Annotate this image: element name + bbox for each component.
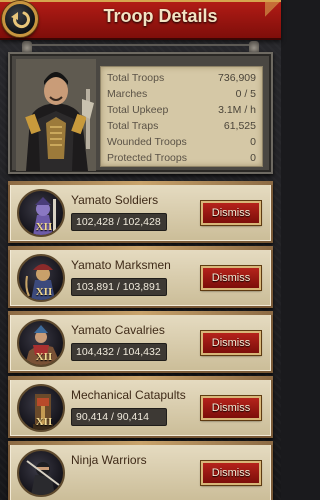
stat-label: Total Upkeep — [107, 104, 169, 116]
commander-figure-icon — [16, 59, 96, 171]
stat-total-upkeep: Total Upkeep 3.1M / h — [107, 102, 256, 118]
stat-total-traps: Total Traps 61,525 — [107, 118, 256, 134]
troop-count: 104,432 / 104,432 — [71, 343, 167, 361]
dismiss-button[interactable]: Dismiss — [201, 461, 261, 485]
stat-value: 0 — [250, 136, 256, 148]
stat-value: 0 — [250, 152, 256, 164]
tier-badge: XII — [35, 286, 53, 298]
tier-badge: XII — [35, 351, 53, 363]
troop-name: Yamato Soldiers — [71, 193, 159, 207]
troop-count: 103,891 / 103,891 — [71, 278, 167, 296]
stat-value: 3.1M / h — [218, 104, 256, 116]
stat-value: 61,525 — [223, 120, 256, 132]
dismiss-button[interactable]: Dismiss — [201, 331, 261, 355]
troop-card-soldiers[interactable]: XII Yamato Soldiers 102,428 / 102,428 Di… — [8, 181, 273, 243]
back-button[interactable] — [2, 1, 38, 37]
troop-name: Ninja Warriors — [71, 453, 147, 467]
tier-badge: XII — [35, 221, 53, 233]
stat-wounded-troops: Wounded Troops 0 — [107, 134, 256, 150]
troop-stats: Total Troops 736,909 Marches 0 / 5 Total… — [100, 66, 263, 167]
dismiss-button[interactable]: Dismiss — [201, 201, 261, 225]
troop-name: Yamato Cavalries — [71, 323, 165, 337]
troop-card-marksmen[interactable]: XII Yamato Marksmen 103,891 / 103,891 Di… — [8, 246, 273, 308]
stat-label: Marches — [107, 88, 148, 100]
troop-name: Yamato Marksmen — [71, 258, 171, 272]
troop-card-catapults[interactable]: XII Mechanical Catapults 90,414 / 90,414… — [8, 376, 273, 438]
stat-label: Wounded Troops — [107, 136, 187, 148]
dismiss-button[interactable]: Dismiss — [201, 396, 261, 420]
header-ornament — [265, 0, 281, 40]
troop-name: Mechanical Catapults — [71, 388, 186, 402]
marksman-icon: XII — [17, 254, 65, 302]
stat-label: Total Troops — [107, 72, 165, 84]
troop-count: 90,414 / 90,414 — [71, 408, 167, 426]
stat-protected-troops: Protected Troops 0 — [107, 150, 256, 166]
stat-value: 0 / 5 — [235, 88, 256, 100]
page-title: Troop Details — [103, 6, 218, 26]
stat-marches: Marches 0 / 5 — [107, 86, 256, 102]
catapult-icon: XII — [17, 384, 65, 432]
dismiss-button[interactable]: Dismiss — [201, 266, 261, 290]
cavalry-icon: XII — [17, 319, 65, 367]
troop-card-ninja[interactable]: Ninja Warriors Dismiss — [8, 441, 273, 500]
stat-label: Total Traps — [107, 120, 159, 132]
stat-total-troops: Total Troops 736,909 — [107, 70, 256, 86]
stat-label: Protected Troops — [107, 152, 187, 164]
troop-card-cavalries[interactable]: XII Yamato Cavalries 104,432 / 104,432 D… — [8, 311, 273, 373]
stat-value: 736,909 — [218, 72, 256, 84]
ninja-icon — [17, 449, 65, 497]
soldier-icon: XII — [17, 189, 65, 237]
troop-count: 102,428 / 102,428 — [71, 213, 167, 231]
header-bar: Troop Details — [0, 0, 281, 40]
back-arrow-icon — [11, 11, 31, 29]
summary-panel: Total Troops 736,909 Marches 0 / 5 Total… — [8, 52, 273, 174]
tier-badge: XII — [35, 416, 53, 428]
commander-portrait — [16, 59, 96, 171]
